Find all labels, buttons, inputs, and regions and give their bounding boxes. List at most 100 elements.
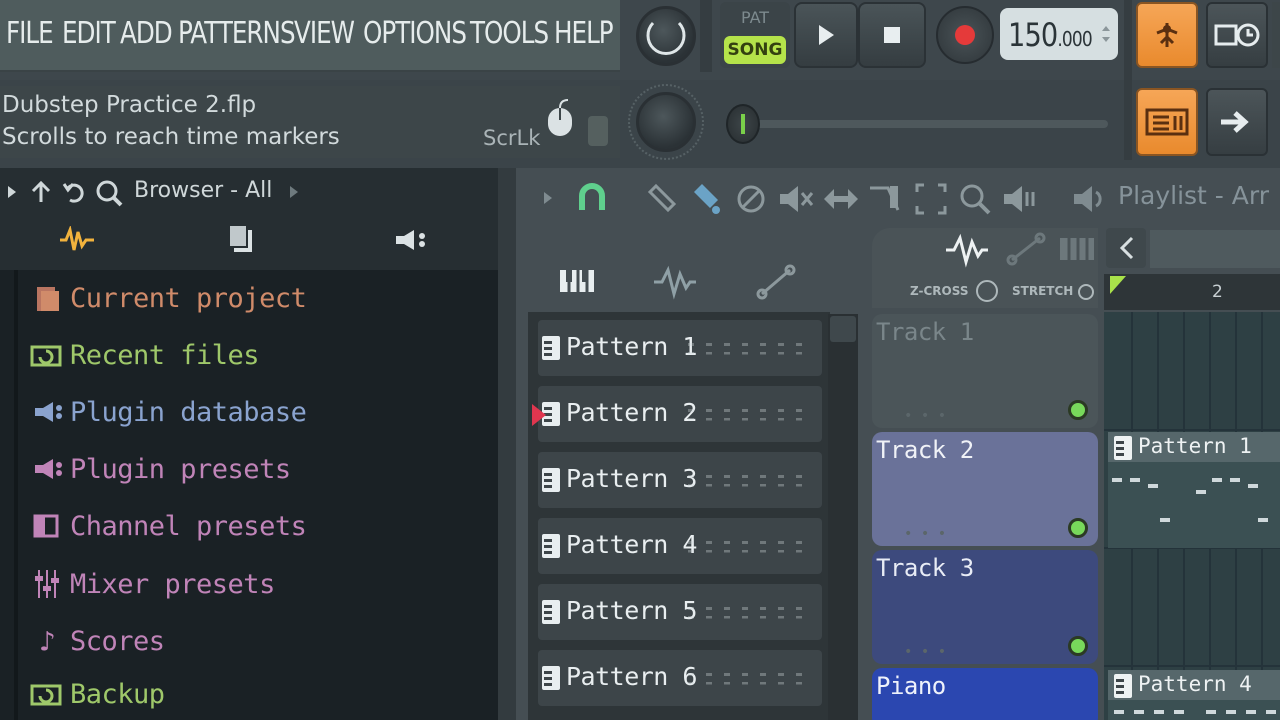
song-mode-label[interactable]: SONG — [724, 36, 786, 64]
track-header-1[interactable]: Track 1 • • • — [872, 314, 1098, 428]
browser-item-plugin-presets[interactable]: Plugin presets — [28, 443, 291, 495]
draw-tool-icon[interactable] — [644, 182, 678, 216]
delete-tool-icon[interactable] — [736, 184, 766, 214]
mute-tool-icon[interactable] — [778, 182, 814, 216]
track-label: Track 3 — [876, 554, 974, 582]
browser-resize-handle[interactable] — [498, 168, 516, 720]
track-header-3[interactable]: Track 3 • • • — [872, 550, 1098, 664]
playlist-overview[interactable] — [1150, 230, 1280, 268]
playhead-marker-icon[interactable] — [1108, 274, 1128, 296]
magnet-icon[interactable] — [576, 182, 608, 214]
slice-tool-icon[interactable] — [868, 182, 904, 216]
browser-item-mixer-presets[interactable]: Mixer presets — [28, 558, 275, 610]
menu-tools[interactable]: TOOLS — [470, 16, 549, 51]
track-menu[interactable]: • • • — [904, 526, 946, 542]
playlist-title[interactable]: Playlist - Arr — [1118, 181, 1269, 210]
step-edit-button[interactable] — [1206, 88, 1268, 156]
zoom-tool-icon[interactable] — [958, 182, 992, 216]
pat-song-toggle[interactable]: PAT SONG — [720, 2, 790, 68]
browser-item-channel-presets[interactable]: Channel presets — [28, 500, 307, 552]
select-tool-icon[interactable] — [914, 182, 948, 216]
song-position-slider[interactable] — [752, 120, 1108, 128]
speaker-icon[interactable] — [1072, 182, 1108, 216]
pattern-preview — [688, 400, 814, 430]
play-button[interactable] — [794, 2, 858, 68]
menu-options[interactable]: OPTIONS — [363, 16, 467, 51]
playback-tool-icon[interactable] — [1002, 182, 1038, 216]
search-icon[interactable] — [94, 178, 124, 208]
browser-item-label: Mixer presets — [70, 568, 275, 600]
pattern-scrollbar[interactable] — [828, 314, 858, 720]
automation-icon[interactable] — [1006, 232, 1046, 266]
scroll-left-button[interactable] — [1106, 228, 1146, 268]
pattern-item[interactable]: Pattern 5 — [538, 584, 822, 640]
piano-roll-icon[interactable] — [558, 266, 596, 296]
track-menu[interactable]: • • • — [904, 408, 946, 424]
browser-item-recent-files[interactable]: Recent files — [28, 329, 260, 381]
files-icon[interactable] — [226, 222, 256, 256]
record-button[interactable] — [936, 6, 994, 64]
clip-notes — [1114, 710, 1276, 714]
zcross-toggle[interactable] — [976, 280, 998, 302]
playlist-clip[interactable]: Pattern 4 — [1108, 670, 1280, 720]
snap-tool-button[interactable] — [1136, 2, 1198, 68]
master-volume-knob[interactable] — [636, 6, 696, 66]
keyboard-icon — [1145, 108, 1189, 136]
slider-handle-indicator — [741, 114, 745, 134]
tempo-spin-icon[interactable] — [1100, 22, 1112, 46]
pat-mode-label[interactable]: PAT — [720, 8, 790, 27]
pattern-item[interactable]: Pattern 2 — [538, 386, 822, 442]
browser-item-backup[interactable]: Backup — [28, 668, 165, 720]
metronome-button[interactable] — [1206, 2, 1268, 68]
stretch-toggle[interactable] — [1078, 284, 1094, 300]
toolbar-divider — [1124, 0, 1132, 160]
audio-waveform-icon[interactable] — [944, 232, 990, 268]
backup-icon — [28, 679, 66, 709]
menu-file[interactable]: FILE — [6, 16, 54, 51]
timeline-ruler[interactable]: 2 — [1104, 274, 1280, 310]
slip-tool-icon[interactable] — [822, 184, 860, 214]
pattern-item[interactable]: Pattern 3 — [538, 452, 822, 508]
track-active-led[interactable] — [1068, 400, 1088, 420]
automation-clip-icon[interactable] — [756, 264, 796, 300]
playlist-clip[interactable]: Pattern 1 — [1108, 432, 1280, 548]
undo-icon[interactable] — [62, 180, 86, 204]
mouse-icon — [548, 99, 572, 136]
track-label: Piano — [876, 672, 946, 700]
menu-help[interactable]: HELP — [554, 16, 614, 51]
track-active-led[interactable] — [1068, 636, 1088, 656]
stop-button[interactable] — [858, 2, 926, 68]
menu-edit[interactable]: EDIT — [62, 16, 116, 51]
browser-title[interactable]: Browser - All — [134, 178, 272, 203]
piano-icon[interactable] — [1058, 234, 1096, 264]
pattern-item[interactable]: Pattern 1 — [538, 320, 822, 376]
arrow-right-icon — [1221, 111, 1249, 133]
pattern-item[interactable]: Pattern 6 — [538, 650, 822, 706]
audio-clip-icon[interactable] — [652, 264, 698, 300]
menu-add[interactable]: ADD — [120, 16, 173, 51]
typing-keyboard-button[interactable] — [1136, 88, 1198, 156]
track-menu[interactable]: • • • — [904, 644, 946, 660]
pattern-scrollbar-thumb[interactable] — [830, 316, 856, 342]
tempo-display[interactable]: 150.000 — [1000, 8, 1118, 60]
audio-filter-icon[interactable] — [58, 226, 96, 254]
arrow-up-icon[interactable] — [30, 180, 52, 204]
browser-tree-line — [14, 270, 18, 720]
track-header-2[interactable]: Track 2 • • • — [872, 432, 1098, 546]
browser-item-current-project[interactable]: Current project — [28, 272, 307, 324]
browser-item-scores[interactable]: ♪ Scores — [28, 615, 165, 667]
pattern-icon — [542, 468, 560, 492]
browser-item-plugin-database[interactable]: Plugin database — [28, 386, 307, 438]
menu-view[interactable]: VIEW — [294, 16, 355, 51]
track-active-led[interactable] — [1068, 518, 1088, 538]
plugin-filter-icon[interactable] — [392, 226, 428, 254]
browser-next-icon[interactable] — [286, 182, 302, 202]
expand-icon[interactable] — [4, 182, 20, 202]
track-header-4[interactable]: Piano — [872, 668, 1098, 720]
plugin-preset-icon — [28, 454, 66, 484]
menu-patterns[interactable]: PATTERNS — [178, 16, 296, 51]
song-position-slider-handle[interactable] — [726, 104, 760, 144]
playlist-menu-arrow-icon[interactable] — [540, 188, 556, 208]
pattern-item[interactable]: Pattern 4 — [538, 518, 822, 574]
paint-tool-icon[interactable] — [688, 182, 724, 216]
